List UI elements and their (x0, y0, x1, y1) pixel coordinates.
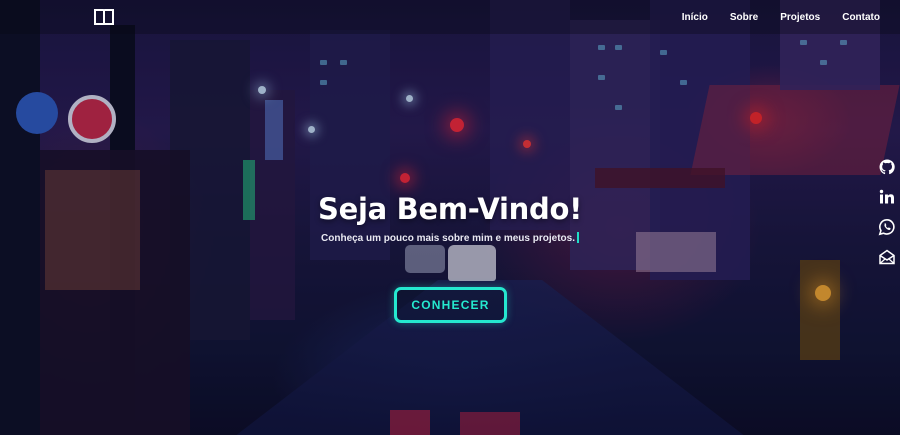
typing-cursor (576, 232, 579, 243)
hero-title: Seja Bem-Vindo! (317, 192, 582, 226)
email-icon[interactable] (878, 248, 896, 266)
linkedin-icon[interactable] (878, 188, 896, 206)
book-icon[interactable] (93, 7, 115, 27)
hero-subtitle-text: Conheça um pouco mais sobre mim e meus p… (321, 233, 575, 244)
nav-link-projetos[interactable]: Projetos (780, 12, 820, 23)
navbar: Início Sobre Projetos Contato (0, 0, 900, 34)
github-icon[interactable] (878, 158, 896, 176)
nav-link-inicio[interactable]: Início (682, 12, 708, 23)
conhecer-button[interactable]: CONHECER (394, 287, 507, 323)
nav-link-sobre[interactable]: Sobre (730, 12, 758, 23)
social-links (878, 158, 898, 266)
nav-links: Início Sobre Projetos Contato (682, 0, 880, 34)
hero-subtitle: Conheça um pouco mais sobre mim e meus p… (0, 232, 900, 244)
whatsapp-icon[interactable] (878, 218, 896, 236)
nav-link-contato[interactable]: Contato (842, 12, 880, 23)
